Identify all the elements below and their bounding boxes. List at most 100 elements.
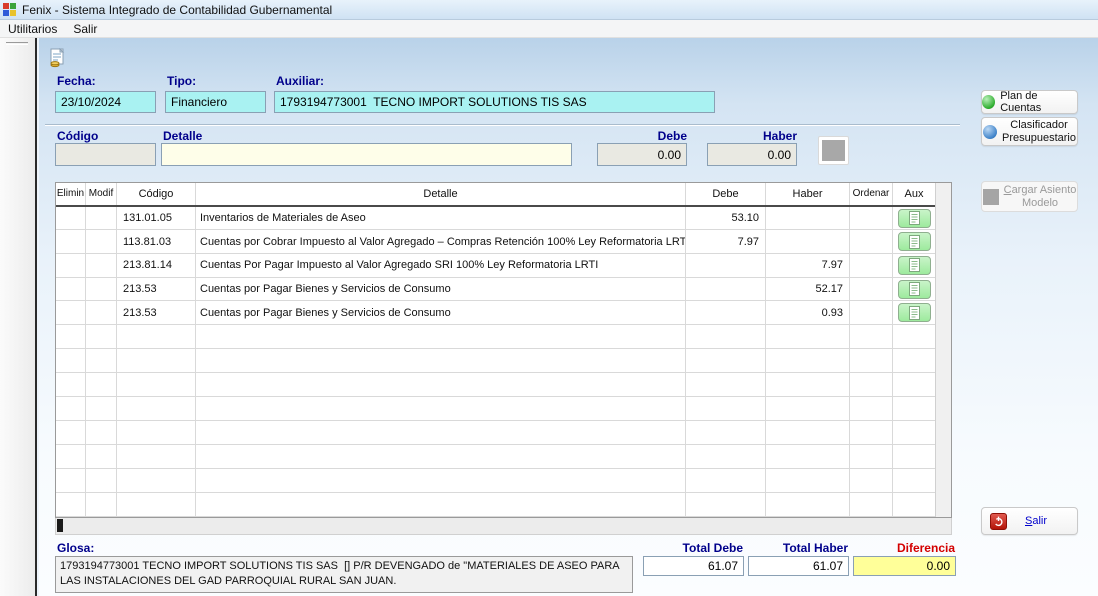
blue-sphere-icon xyxy=(983,125,997,139)
cell-ordenar[interactable] xyxy=(850,230,893,253)
empty-cell xyxy=(893,493,935,516)
cell-elimin[interactable] xyxy=(56,278,86,301)
empty-cell xyxy=(56,349,86,372)
cell-modif[interactable] xyxy=(86,207,117,230)
empty-cell xyxy=(766,445,850,468)
salir-label: Salir xyxy=(1025,515,1047,527)
separator xyxy=(45,124,960,126)
menu-salir[interactable]: Salir xyxy=(65,21,105,37)
col-detalle[interactable]: Detalle xyxy=(196,183,686,205)
grid-vertical-scrollbar[interactable] xyxy=(935,183,951,517)
table-row[interactable]: 131.01.05 Inventarios de Materiales de A… xyxy=(56,207,935,231)
main-panel: Fecha: Tipo: Auxiliar: Código Detalle De… xyxy=(39,38,1098,596)
cell-elimin[interactable] xyxy=(56,301,86,324)
empty-cell xyxy=(893,349,935,372)
empty-table-row[interactable] xyxy=(56,469,935,493)
table-row[interactable]: 213.53 Cuentas por Pagar Bienes y Servic… xyxy=(56,278,935,302)
aux-button[interactable] xyxy=(898,209,931,228)
document-icon xyxy=(909,258,920,272)
aux-button[interactable] xyxy=(898,303,931,322)
clasificador-presupuestario-button[interactable]: Clasificador Presupuestario xyxy=(981,117,1078,146)
empty-cell xyxy=(766,373,850,396)
toolbar-grip[interactable] xyxy=(6,42,28,45)
aux-button[interactable] xyxy=(898,280,931,299)
empty-cell xyxy=(766,421,850,444)
cell-ordenar[interactable] xyxy=(850,278,893,301)
detalle-input[interactable] xyxy=(161,143,572,166)
tipo-input[interactable] xyxy=(165,91,266,113)
col-haber[interactable]: Haber xyxy=(766,183,850,205)
cell-elimin[interactable] xyxy=(56,230,86,253)
cargar-asiento-label: Cargar Asiento Modelo xyxy=(1004,184,1077,209)
cell-haber: 7.97 xyxy=(766,254,850,277)
cell-elimin[interactable] xyxy=(56,254,86,277)
empty-cell xyxy=(86,325,117,348)
menu-utilitarios[interactable]: Utilitarios xyxy=(0,21,65,37)
empty-cell xyxy=(196,373,686,396)
col-codigo[interactable]: Código xyxy=(117,183,196,205)
codigo-input[interactable] xyxy=(55,143,156,166)
docked-toolbar-strip[interactable] xyxy=(0,38,37,596)
document-icon xyxy=(909,211,920,225)
cell-modif[interactable] xyxy=(86,230,117,253)
document-icon xyxy=(909,306,920,320)
empty-cell xyxy=(86,469,117,492)
auxiliar-input[interactable] xyxy=(274,91,715,113)
empty-cell xyxy=(686,349,766,372)
cell-modif[interactable] xyxy=(86,301,117,324)
entry-action-button[interactable] xyxy=(818,136,849,165)
glosa-textarea[interactable]: 1793194773001 TECNO IMPORT SOLUTIONS TIS… xyxy=(55,556,633,593)
fecha-input[interactable] xyxy=(55,91,156,113)
table-row[interactable]: 213.81.14 Cuentas Por Pagar Impuesto al … xyxy=(56,254,935,278)
empty-cell xyxy=(850,397,893,420)
power-icon xyxy=(990,513,1007,530)
cell-ordenar[interactable] xyxy=(850,301,893,324)
cell-ordenar[interactable] xyxy=(850,254,893,277)
empty-cell xyxy=(686,325,766,348)
empty-table-row[interactable] xyxy=(56,397,935,421)
empty-table-row[interactable] xyxy=(56,421,935,445)
empty-table-row[interactable] xyxy=(56,325,935,349)
cell-ordenar[interactable] xyxy=(850,207,893,230)
new-entry-icon[interactable] xyxy=(47,48,67,68)
empty-cell xyxy=(196,493,686,516)
aux-button[interactable] xyxy=(898,232,931,251)
cell-detalle: Cuentas por Cobrar Impuesto al Valor Agr… xyxy=(196,230,686,253)
empty-cell xyxy=(56,325,86,348)
empty-table-row[interactable] xyxy=(56,445,935,469)
col-ordenar[interactable]: Ordenar xyxy=(850,183,893,205)
grid-horizontal-scrollbar[interactable] xyxy=(55,518,952,535)
empty-table-row[interactable] xyxy=(56,493,935,517)
debe-input[interactable] xyxy=(597,143,687,166)
empty-cell xyxy=(117,325,196,348)
plan-de-cuentas-button[interactable]: Plan de Cuentas xyxy=(981,90,1078,114)
cell-elimin[interactable] xyxy=(56,207,86,230)
cell-modif[interactable] xyxy=(86,278,117,301)
entries-grid: Elimin Modif Código Detalle Debe Haber O… xyxy=(55,182,952,518)
title-bar: Fenix - Sistema Integrado de Contabilida… xyxy=(0,0,1098,20)
empty-cell xyxy=(117,349,196,372)
empty-table-row[interactable] xyxy=(56,349,935,373)
diferencia-label: Diferencia xyxy=(853,541,955,555)
table-row[interactable]: 213.53 Cuentas por Pagar Bienes y Servic… xyxy=(56,301,935,325)
col-aux[interactable]: Aux xyxy=(893,183,935,205)
glosa-label: Glosa: xyxy=(57,541,94,555)
empty-cell xyxy=(117,493,196,516)
empty-cell xyxy=(86,493,117,516)
col-debe[interactable]: Debe xyxy=(686,183,766,205)
scrollbar-thumb[interactable] xyxy=(57,519,63,532)
empty-cell xyxy=(86,397,117,420)
table-row[interactable]: 113.81.03 Cuentas por Cobrar Impuesto al… xyxy=(56,230,935,254)
cell-debe xyxy=(686,254,766,277)
col-elimin[interactable]: Elimin xyxy=(56,183,86,205)
col-modif[interactable]: Modif xyxy=(86,183,117,205)
empty-cell xyxy=(850,493,893,516)
cell-modif[interactable] xyxy=(86,254,117,277)
aux-button[interactable] xyxy=(898,256,931,275)
salir-button[interactable]: Salir xyxy=(981,507,1078,535)
empty-table-row[interactable] xyxy=(56,373,935,397)
cell-debe xyxy=(686,278,766,301)
clasificador-label: Clasificador Presupuestario xyxy=(1002,119,1076,144)
haber-input[interactable] xyxy=(707,143,797,166)
empty-cell xyxy=(686,397,766,420)
